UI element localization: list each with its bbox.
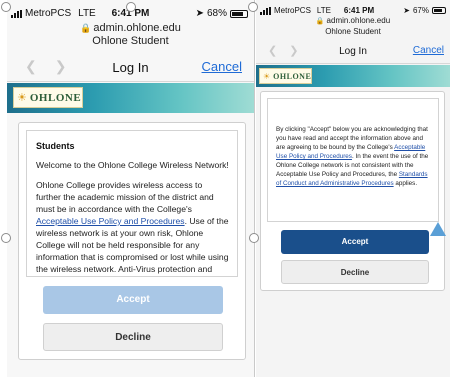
navigation-bar: ❮❯ Log In Cancel	[7, 52, 254, 82]
terms-textbox[interactable]: By clicking "Accept" below you are ackno…	[267, 98, 439, 222]
acknowledgement-text: By clicking "Accept" below you are ackno…	[276, 126, 429, 187]
decline-button[interactable]: Decline	[281, 260, 429, 284]
crop-handle[interactable]	[1, 2, 11, 12]
lock-icon: 🔒	[80, 23, 92, 33]
crop-handle[interactable]	[126, 2, 136, 12]
battery-icon	[230, 9, 248, 18]
terms-textbox[interactable]: Students Welcome to the Ohlone College W…	[26, 130, 238, 277]
decline-button[interactable]: Decline	[43, 323, 223, 351]
location-arrow-icon: ➤	[195, 8, 204, 19]
welcome-text: Welcome to the Ohlone College Wireless N…	[36, 160, 229, 170]
left-phone-screen: MetroPCS LTE 6:41 PM ➤ 68% 🔒 admin.ohlone…	[7, 0, 255, 377]
cancel-button[interactable]: Cancel	[413, 45, 444, 56]
cancel-button[interactable]: Cancel	[202, 59, 242, 74]
terms-body: Ohlone College provides wireless access …	[36, 180, 229, 274]
navigation-bar: ❮❯ Log In Cancel	[256, 40, 450, 64]
blue-triangle-icon	[430, 222, 446, 236]
crop-handle[interactable]	[1, 233, 11, 243]
crop-handle[interactable]	[249, 233, 259, 243]
ohlone-logo: ☀ OHLONE	[13, 87, 83, 108]
header-banner: ☀ OHLONE	[256, 65, 450, 87]
login-card: Students Welcome to the Ohlone College W…	[18, 122, 246, 360]
page-title: Ohlone Student	[325, 27, 381, 36]
accept-button[interactable]: Accept	[281, 230, 429, 254]
address-bar[interactable]: 🔒 admin.ohlone.edu Ohlone Student	[256, 16, 450, 37]
battery-percent: 67%	[412, 6, 429, 15]
sun-icon: ☀	[263, 71, 271, 81]
url-domain: admin.ohlone.edu	[93, 22, 181, 34]
lock-icon: 🔒	[315, 18, 325, 25]
header-banner: ☀ OHLONE	[7, 83, 254, 113]
logo-text: OHLONE	[29, 91, 82, 104]
battery-percent: 68%	[206, 8, 227, 19]
login-card: By clicking "Accept" below you are ackno…	[260, 91, 445, 291]
location-arrow-icon: ➤	[403, 6, 410, 15]
right-phone-screen: MetroPCS LTE 6:41 PM ➤ 67% 🔒 admin.ohlone…	[256, 0, 450, 377]
url-domain: admin.ohlone.edu	[326, 16, 391, 25]
sun-icon: ☀	[17, 92, 27, 104]
ohlone-logo: ☀ OHLONE	[259, 68, 312, 84]
accept-button[interactable]: Accept	[43, 286, 223, 314]
battery-icon	[432, 7, 446, 14]
address-bar[interactable]: 🔒 admin.ohlone.edu Ohlone Student	[7, 22, 254, 48]
crop-handle[interactable]	[248, 2, 258, 12]
logo-text: OHLONE	[273, 71, 312, 81]
terms-heading: Students	[36, 141, 75, 151]
page-title: Ohlone Student	[92, 35, 169, 47]
acceptable-use-link[interactable]: Acceptable Use Policy and Procedures	[36, 216, 185, 226]
